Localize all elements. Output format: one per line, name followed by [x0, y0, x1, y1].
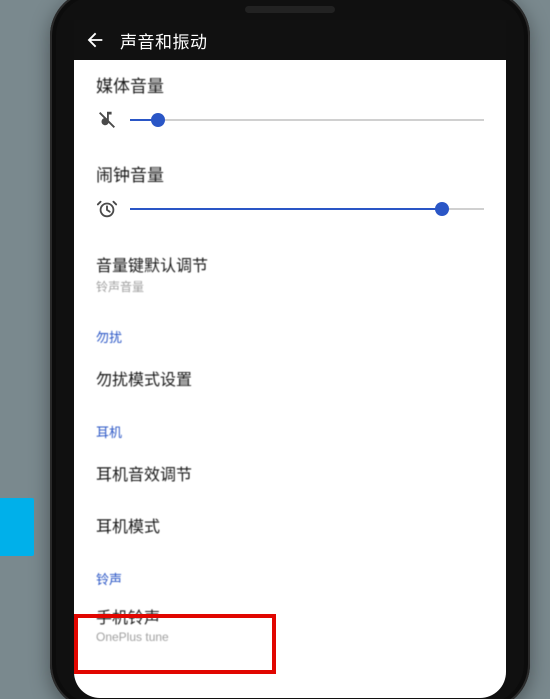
section-header-dnd: 勿扰 — [74, 309, 506, 352]
media-volume-row: 媒体音量 — [74, 60, 506, 107]
slider-track — [130, 119, 484, 121]
section-header-ringtone: 铃声 — [74, 551, 506, 594]
earpiece — [245, 6, 335, 13]
alarm-icon — [96, 198, 118, 220]
media-volume-slider-row — [74, 107, 506, 145]
phone-frame: 声音和振动 媒体音量 — [50, 0, 530, 699]
music-mute-icon — [96, 109, 118, 131]
settings-list: 媒体音量 闹钟音量 — [74, 60, 506, 662]
media-volume-slider[interactable] — [130, 110, 484, 130]
back-arrow-icon — [84, 29, 106, 51]
back-button[interactable] — [84, 29, 106, 51]
screen: 声音和振动 媒体音量 — [74, 20, 506, 698]
phone-ringtone-label: 手机铃声 — [96, 604, 484, 628]
volume-key-default-row[interactable]: 音量键默认调节 铃声音量 — [74, 234, 506, 309]
alarm-volume-slider[interactable] — [130, 199, 484, 219]
section-header-earphone: 耳机 — [74, 404, 506, 447]
page-title: 声音和振动 — [120, 28, 208, 53]
slider-fill — [130, 208, 442, 210]
phone-ringtone-row[interactable]: 手机铃声 OnePlus tune — [74, 594, 506, 662]
phone-ringtone-sublabel: OnePlus tune — [96, 630, 484, 644]
alarm-volume-label: 闹钟音量 — [96, 161, 484, 186]
app-bar: 声音和振动 — [74, 20, 506, 60]
slider-thumb[interactable] — [151, 113, 165, 127]
dnd-settings-row[interactable]: 勿扰模式设置 — [74, 352, 506, 404]
alarm-volume-row: 闹钟音量 — [74, 145, 506, 196]
phone-bezel: 声音和振动 媒体音量 — [56, 0, 524, 699]
dnd-settings-label: 勿扰模式设置 — [96, 366, 484, 390]
volume-key-default-sublabel: 铃声音量 — [96, 278, 484, 295]
media-volume-label: 媒体音量 — [96, 72, 484, 97]
earphone-mode-label: 耳机模式 — [96, 513, 484, 537]
volume-key-default-label: 音量键默认调节 — [96, 252, 484, 276]
alarm-volume-slider-row — [74, 196, 506, 234]
earphone-sound-effect-label: 耳机音效调节 — [96, 461, 484, 485]
earphone-sound-effect-row[interactable]: 耳机音效调节 — [74, 447, 506, 499]
earphone-mode-row[interactable]: 耳机模式 — [74, 499, 506, 551]
screenshot-edge-tab — [0, 498, 34, 556]
slider-thumb[interactable] — [435, 202, 449, 216]
